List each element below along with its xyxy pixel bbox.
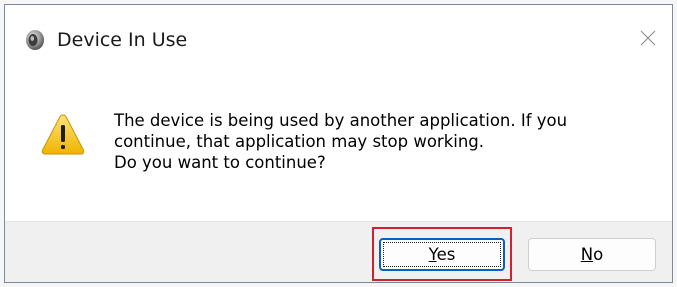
message-line: The device is being used by another appl…	[114, 111, 568, 130]
window-title: Device In Use	[57, 29, 188, 51]
speaker-icon	[23, 29, 45, 51]
dialog-content: The device is being used by another appl…	[5, 69, 672, 221]
no-button-label: No	[580, 245, 604, 264]
yes-button[interactable]: Yes	[379, 238, 505, 271]
close-button[interactable]	[630, 22, 666, 58]
focus-ring	[383, 242, 501, 267]
no-button[interactable]: No	[528, 238, 656, 271]
title-bar: Device In Use	[5, 5, 672, 69]
button-bar: Yes No	[5, 221, 672, 282]
message-text: The device is being used by another appl…	[114, 110, 654, 173]
device-in-use-dialog: Device In Use The device is being used b…	[4, 4, 673, 283]
message-line: Do you want to continue?	[114, 153, 326, 172]
warning-icon	[41, 113, 85, 157]
message-line: continue, that application may stop work…	[114, 132, 485, 151]
close-icon	[640, 30, 656, 50]
